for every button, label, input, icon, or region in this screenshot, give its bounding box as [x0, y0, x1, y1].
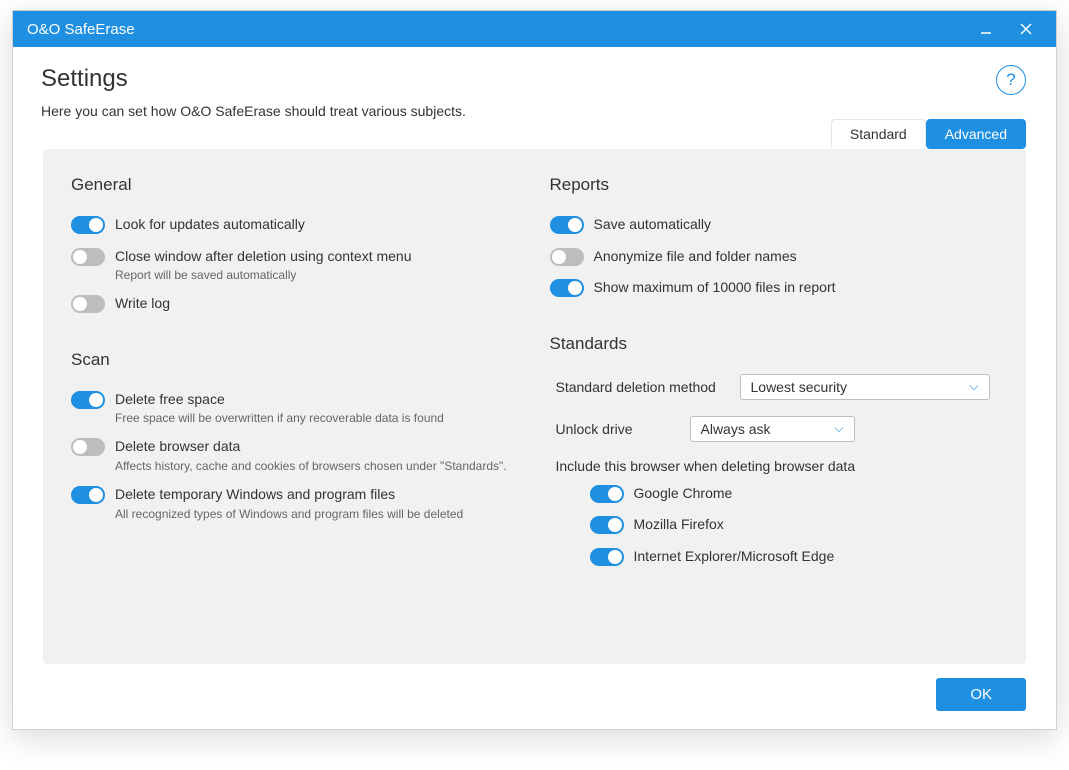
ok-button[interactable]: OK [936, 678, 1026, 711]
page-title: Settings [41, 65, 1028, 93]
section-scan: Scan Delete free space Free space will b… [71, 350, 520, 521]
titlebar: O&O SafeErase [13, 11, 1056, 47]
header: Settings Here you can set how O&O SafeEr… [13, 47, 1056, 125]
row-save-auto: Save automatically [550, 215, 999, 235]
minimize-icon [980, 23, 992, 35]
combo-deletion-method-value: Lowest security [751, 379, 847, 395]
chevron-down-icon: ⌵ [834, 421, 843, 436]
row-unlock-drive: Unlock drive Always ask ⌵ [550, 416, 999, 442]
toggle-updates[interactable] [71, 216, 105, 234]
label-write-log: Write log [115, 294, 170, 314]
row-updates: Look for updates automatically [71, 215, 520, 235]
hint-browser-data: Affects history, cache and cookies of br… [115, 459, 507, 473]
label-free-space: Delete free space [115, 390, 444, 410]
combo-unlock-drive-value: Always ask [701, 421, 771, 437]
hint-close-after: Report will be saved automatically [115, 268, 412, 282]
help-button[interactable]: ? [996, 65, 1026, 95]
label-max-files: Show maximum of 10000 files in report [594, 278, 836, 298]
toggle-chrome[interactable] [590, 485, 624, 503]
label-unlock-drive: Unlock drive [556, 421, 676, 437]
chevron-down-icon: ⌵ [969, 379, 978, 394]
row-firefox: Mozilla Firefox [590, 515, 999, 535]
hint-free-space: Free space will be overwritten if any re… [115, 411, 444, 425]
section-title-reports: Reports [550, 175, 999, 195]
row-browser-data: Delete browser data Affects history, cac… [71, 437, 520, 473]
row-max-files: Show maximum of 10000 files in report [550, 278, 999, 298]
toggle-free-space[interactable] [71, 391, 105, 409]
toggle-temp-files[interactable] [71, 486, 105, 504]
label-include-browser: Include this browser when deleting brows… [550, 458, 999, 474]
settings-panel: General Look for updates automatically C… [43, 149, 1026, 664]
window-title: O&O SafeErase [27, 21, 966, 38]
toggle-anonymize[interactable] [550, 248, 584, 266]
label-close-after: Close window after deletion using contex… [115, 247, 412, 267]
toggle-max-files[interactable] [550, 279, 584, 297]
toggle-close-after[interactable] [71, 248, 105, 266]
row-deletion-method: Standard deletion method Lowest security… [550, 374, 999, 400]
hint-temp-files: All recognized types of Windows and prog… [115, 507, 463, 521]
close-icon [1020, 23, 1032, 35]
section-title-scan: Scan [71, 350, 520, 370]
label-updates: Look for updates automatically [115, 215, 305, 235]
label-edge: Internet Explorer/Microsoft Edge [634, 547, 835, 567]
section-standards: Standards Standard deletion method Lowes… [550, 334, 999, 567]
right-column: Reports Save automatically Anonymize fil… [550, 175, 999, 644]
row-free-space: Delete free space Free space will be ove… [71, 390, 520, 426]
toggle-save-auto[interactable] [550, 216, 584, 234]
toggle-write-log[interactable] [71, 295, 105, 313]
toggle-firefox[interactable] [590, 516, 624, 534]
label-anonymize: Anonymize file and folder names [594, 247, 797, 267]
page-subtitle: Here you can set how O&O SafeErase shoul… [41, 103, 1028, 119]
toggle-browser-data[interactable] [71, 438, 105, 456]
row-temp-files: Delete temporary Windows and program fil… [71, 485, 520, 521]
row-close-after: Close window after deletion using contex… [71, 247, 520, 283]
help-icon: ? [1006, 70, 1015, 90]
browser-list: Google Chrome Mozilla Firefox Internet E… [550, 484, 999, 567]
close-button[interactable] [1006, 11, 1046, 47]
combo-deletion-method[interactable]: Lowest security ⌵ [740, 374, 990, 400]
label-firefox: Mozilla Firefox [634, 515, 724, 535]
section-general: General Look for updates automatically C… [71, 175, 520, 314]
row-write-log: Write log [71, 294, 520, 314]
combo-unlock-drive[interactable]: Always ask ⌵ [690, 416, 855, 442]
left-column: General Look for updates automatically C… [71, 175, 520, 644]
section-reports: Reports Save automatically Anonymize fil… [550, 175, 999, 298]
label-temp-files: Delete temporary Windows and program fil… [115, 485, 463, 505]
label-browser-data: Delete browser data [115, 437, 507, 457]
label-chrome: Google Chrome [634, 484, 733, 504]
row-chrome: Google Chrome [590, 484, 999, 504]
minimize-button[interactable] [966, 11, 1006, 47]
section-title-general: General [71, 175, 520, 195]
section-title-standards: Standards [550, 334, 999, 354]
label-deletion-method: Standard deletion method [556, 379, 726, 395]
label-save-auto: Save automatically [594, 215, 712, 235]
footer: OK [13, 664, 1056, 729]
app-window: O&O SafeErase Settings Here you can set … [12, 10, 1057, 730]
toggle-edge[interactable] [590, 548, 624, 566]
row-anonymize: Anonymize file and folder names [550, 247, 999, 267]
row-edge: Internet Explorer/Microsoft Edge [590, 547, 999, 567]
